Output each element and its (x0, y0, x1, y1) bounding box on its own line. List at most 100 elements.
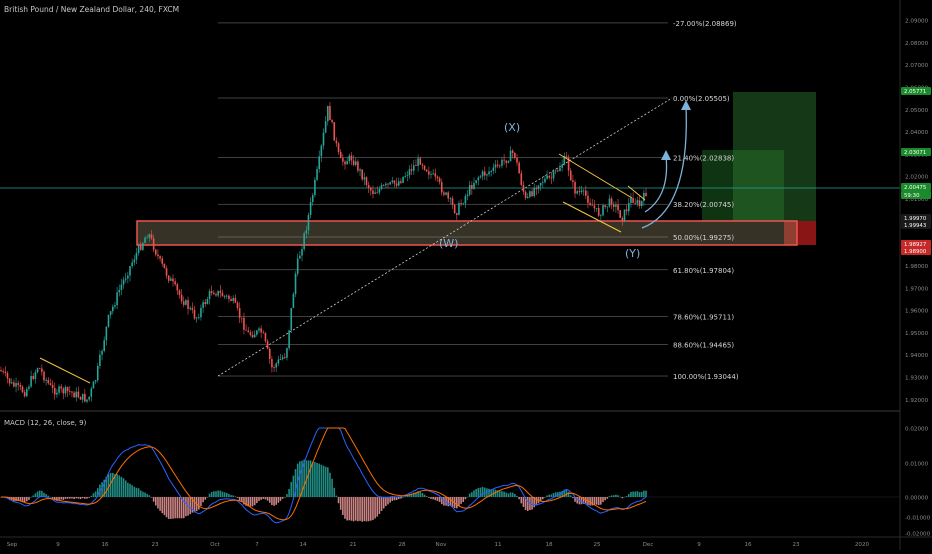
time-tick-label: 2020 (855, 542, 870, 548)
macd-histogram-bar (324, 466, 327, 497)
macd-histogram-bar (281, 497, 284, 499)
time-tick-label: 16 (744, 542, 752, 548)
wave-label-w[interactable]: (W) (439, 237, 458, 250)
macd-histogram-bar (569, 495, 572, 497)
macd-histogram-bar (249, 497, 252, 507)
macd-histogram-bar (286, 494, 288, 497)
macd-histogram-bar (354, 497, 357, 521)
macd-histogram-bar (357, 497, 359, 522)
macd-histogram-bar (421, 493, 424, 497)
time-tick-label: 11 (494, 542, 502, 548)
macd-histogram-bar (602, 497, 604, 503)
macd-histogram-bar (391, 497, 394, 501)
macd-histogram-bar (142, 491, 144, 497)
macd-histogram-bar (77, 497, 80, 499)
price-tick-label: 1.92000 (905, 398, 929, 404)
price-tick-label: 1.94000 (905, 353, 929, 359)
macd-tick-label: -0.02000 (905, 532, 931, 538)
macd-histogram-bar (223, 492, 226, 497)
macd-histogram-bar (468, 493, 471, 497)
wave-label-y[interactable]: (Y) (625, 247, 640, 260)
macd-histogram-bar (69, 497, 71, 499)
bearish-candle (163, 263, 166, 269)
macd-histogram-bar (544, 497, 546, 498)
time-tick-label: 23 (792, 542, 800, 548)
macd-histogram-bar (144, 492, 146, 497)
macd-histogram-bar (632, 491, 634, 497)
macd-histogram-bar (327, 467, 329, 497)
macd-histogram-bar (51, 497, 54, 499)
macd-histogram-bar (597, 497, 600, 506)
macd-histogram-bar (350, 497, 353, 521)
price-tick-label: 2.09000 (905, 19, 929, 25)
macd-histogram-bar (253, 497, 256, 506)
macd-histogram-bar (473, 490, 475, 497)
macd-histogram-bar (131, 485, 133, 497)
macd-histogram-bar (477, 488, 480, 497)
macd-histogram-bar (344, 497, 346, 519)
macd-histogram-bar (608, 496, 611, 497)
macd-histogram-bar (271, 497, 273, 506)
bullish-candle (92, 380, 95, 389)
macd-histogram-bar (279, 497, 282, 501)
macd-histogram-bar (71, 497, 73, 499)
macd-histogram-bar (539, 497, 542, 501)
macd-histogram-bar (260, 497, 262, 500)
macd-histogram-bar (382, 497, 385, 509)
macd-histogram-bar (520, 497, 523, 504)
macd-histogram-bar (208, 493, 211, 497)
fib-level-label: 61.80%(1.97804) (673, 267, 734, 275)
macd-histogram-bar (378, 497, 381, 514)
fib-level-label: 100.00%(1.93044) (673, 373, 739, 381)
price-tick-label: 2.04000 (905, 130, 929, 136)
macd-histogram-bar (404, 496, 406, 497)
macd-histogram-bar (352, 497, 355, 522)
macd-histogram-bar (200, 497, 202, 507)
macd-histogram-bar (640, 491, 643, 497)
macd-histogram-bar (193, 497, 196, 513)
long-position-extended-target-zone[interactable] (733, 92, 816, 221)
bullish-candle (303, 231, 305, 252)
macd-title[interactable]: MACD (12, 26, close, 9) (4, 419, 87, 427)
price-tick-label: 1.96000 (905, 309, 929, 315)
bullish-candle (290, 307, 293, 333)
chart-canvas[interactable]: -27.00%(2.08869) 0.00%(2.05505) 21.40%(2.0… (0, 0, 932, 550)
macd-histogram-bar (617, 495, 619, 497)
bearish-candle (619, 210, 621, 219)
macd-histogram-bar (92, 493, 95, 497)
macd-histogram-bar (462, 497, 465, 502)
macd-histogram-bar (610, 495, 613, 497)
price-badge: 2.00475 (901, 183, 931, 191)
macd-histogram-bar (400, 497, 402, 499)
macd-histogram-bar (90, 495, 93, 497)
macd-histogram-bar (615, 494, 617, 497)
macd-histogram-bar (112, 472, 114, 497)
macd-histogram-bar (363, 497, 366, 522)
macd-histogram-bar (307, 460, 310, 497)
macd-histogram-bar (374, 497, 376, 519)
macd-histogram-bar (228, 494, 230, 497)
macd-histogram-bar (623, 496, 626, 498)
macd-histogram-bar (198, 497, 200, 510)
macd-histogram-bar (342, 497, 344, 515)
macd-histogram-bar (266, 497, 269, 501)
price-badge: 59:30 (901, 191, 931, 199)
macd-histogram-bar (58, 497, 60, 500)
time-tick-label: Nov (436, 542, 448, 548)
wave-label-x[interactable]: (X) (504, 121, 520, 134)
macd-histogram-bar (137, 488, 140, 497)
macd-histogram-bar (516, 495, 518, 497)
macd-histogram-bar (251, 497, 254, 507)
price-tick-label: 2.05000 (905, 108, 929, 114)
macd-histogram-bar (397, 497, 400, 500)
macd-histogram-bar (638, 492, 641, 497)
macd-histogram-bar (133, 486, 136, 497)
macd-histogram-bar (288, 488, 290, 497)
symbol-title[interactable]: British Pound / New Zealand Dollar, 240,… (4, 5, 179, 14)
macd-histogram-bar (202, 497, 204, 503)
macd-histogram-bar (372, 497, 374, 521)
price-badge: 1.98900 (901, 247, 931, 255)
macd-histogram-bar (531, 497, 533, 510)
macd-histogram-bar (337, 497, 340, 504)
macd-histogram-bar (150, 497, 153, 498)
